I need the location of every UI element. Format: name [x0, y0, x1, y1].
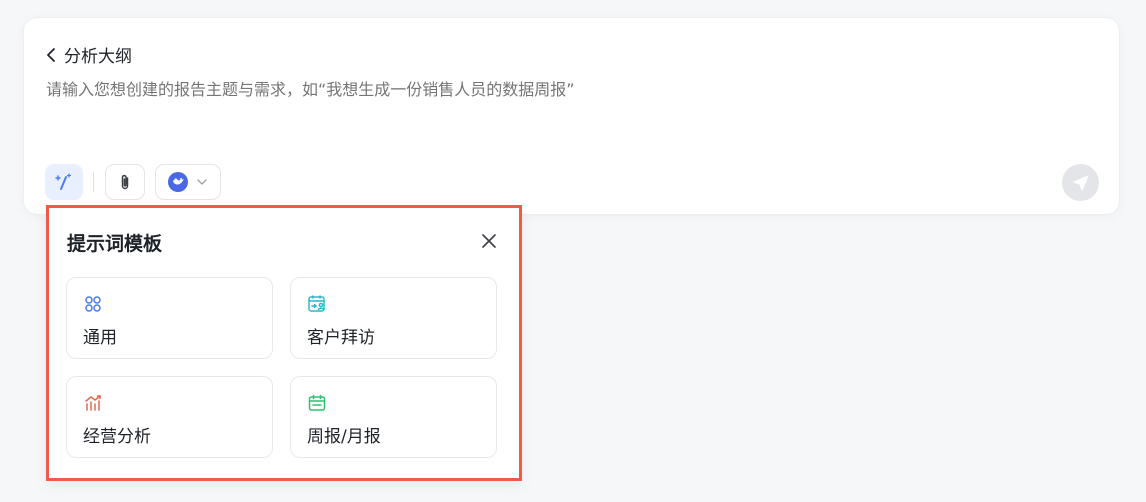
report-prompt-input[interactable] — [46, 80, 1086, 99]
chevron-left-icon — [47, 47, 55, 62]
paperclip-icon — [121, 174, 129, 190]
calendar-icon — [308, 394, 326, 411]
send-icon — [1072, 174, 1089, 191]
template-card-weekly-monthly-report[interactable]: 周报/月报 — [290, 376, 497, 458]
magic-wand-icon — [55, 173, 72, 190]
close-icon — [482, 234, 496, 248]
back-button[interactable]: 分析大纲 — [44, 42, 132, 67]
template-card-business-analysis[interactable]: 经营分析 — [66, 376, 273, 458]
command-icon — [85, 296, 101, 312]
model-selector[interactable] — [155, 164, 221, 200]
prompt-template-panel: 提示词模板 通用 客户拜访 经营分析 周报/月报 — [46, 205, 522, 481]
card-label: 周报/月报 — [307, 427, 381, 447]
panel-title: 提示词模板 — [67, 233, 163, 255]
prompt-template-button[interactable] — [45, 164, 83, 200]
report-composer: 分析大纲 — [23, 17, 1120, 215]
template-card-general[interactable]: 通用 — [66, 277, 273, 359]
chevron-down-icon — [197, 179, 207, 185]
card-label: 经营分析 — [83, 427, 151, 447]
calendar-user-icon — [308, 295, 325, 312]
template-card-customer-visit[interactable]: 客户拜访 — [290, 277, 497, 359]
back-label: 分析大纲 — [64, 47, 132, 67]
attach-file-button[interactable] — [105, 164, 145, 200]
card-label: 客户拜访 — [307, 328, 375, 348]
card-label: 通用 — [83, 328, 117, 348]
toolbar-divider — [93, 172, 94, 192]
model-avatar-icon — [168, 172, 188, 192]
bar-chart-trend-icon — [85, 395, 101, 411]
close-button[interactable] — [479, 231, 499, 251]
send-button[interactable] — [1062, 164, 1099, 201]
